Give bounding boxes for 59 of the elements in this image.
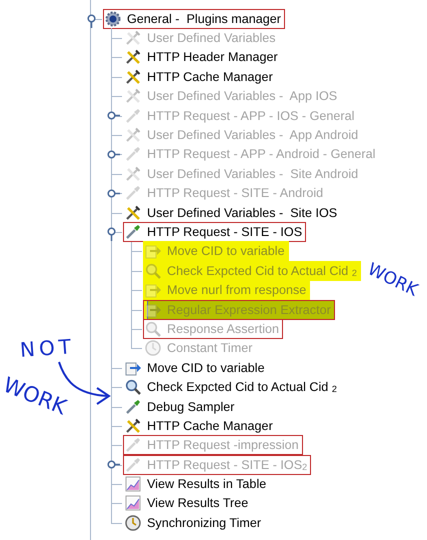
tree-item[interactable]: HTTP Request - APP - IOS - General [123,106,358,126]
tree-item[interactable]: HTTP Request - SITE - IOS$_{2}$ [123,454,312,475]
tools-icon [125,127,141,144]
tree-item[interactable]: Check Expcted Cid to Actual Cid $_{2}$ [123,377,341,398]
collapse-handle[interactable] [107,227,117,242]
handwritten-note: NOT [19,334,76,362]
tree-item[interactable]: Move nurl from response [143,280,310,300]
pipette-icon [125,146,141,162]
expand-handle[interactable] [107,110,121,121]
tree-item[interactable]: HTTP Request - SITE - Android [123,183,328,204]
tools-icon [125,88,141,104]
tools-icon [125,68,141,85]
clock-icon [145,340,161,356]
pipette-icon [125,224,141,240]
magnifier-icon [145,262,161,279]
pipette-icon [125,108,141,124]
chart-icon [125,495,141,512]
pipette-icon [125,398,141,415]
tools-icon [125,166,141,182]
tree-item[interactable]: HTTP Cache Manager [123,66,277,87]
tree-item[interactable]: HTTP Request - APP - Android - General [123,144,380,164]
tree-item[interactable]: User Defined Variables [123,28,280,48]
gear-icon [105,10,121,27]
chart-icon [125,476,141,492]
clock-icon [125,514,141,531]
expand-handle[interactable] [107,150,121,160]
tree-item[interactable]: General - Plugins manager [103,8,286,29]
tree-item[interactable]: View Results in Table [123,474,270,494]
pipette-icon [125,437,141,454]
tree-item[interactable]: Response Assertion [143,318,284,339]
tree-item[interactable]: HTTP Cache Manager [123,416,277,436]
magnifier-icon [145,320,161,337]
tree-item[interactable]: HTTP Request -impression [123,435,303,456]
collapse-handle[interactable] [87,14,97,28]
magnifier-icon [125,379,141,396]
tree-item[interactable]: User Defined Variables - App Android [123,125,362,146]
tree-item[interactable]: HTTP Header Manager [123,47,282,68]
tree-item[interactable]: User Defined Variables - App IOS [123,86,342,106]
expand-handle[interactable] [107,460,121,470]
arrow-page-icon [125,360,141,376]
pipette-icon [125,456,141,473]
tools-icon [125,418,141,434]
tree-item[interactable]: User Defined Variables - Site IOS [123,202,342,223]
tools-icon [125,204,141,221]
tree-item[interactable]: Constant Timer [143,338,256,358]
tree-item[interactable]: User Defined Variables - Site Android [123,164,362,184]
arrow-page-icon [145,243,161,260]
tree-item[interactable]: Move CID to variable [143,241,289,262]
tree-item[interactable]: Synchronizing Timer [123,512,266,533]
pipette-icon [125,185,141,202]
tree-item[interactable]: Debug Sampler [123,396,239,417]
tree-item[interactable]: Check Expcted Cid to Actual Cid $_{2}$ [143,260,361,281]
tree-item[interactable]: Move CID to variable [123,358,269,378]
arrow-page-icon [145,282,161,298]
tools-icon [125,49,141,66]
expand-handle[interactable] [107,188,121,199]
tree-item[interactable]: View Results Tree [123,493,252,514]
tools-icon [125,30,141,46]
arrow-page-icon [145,302,161,318]
